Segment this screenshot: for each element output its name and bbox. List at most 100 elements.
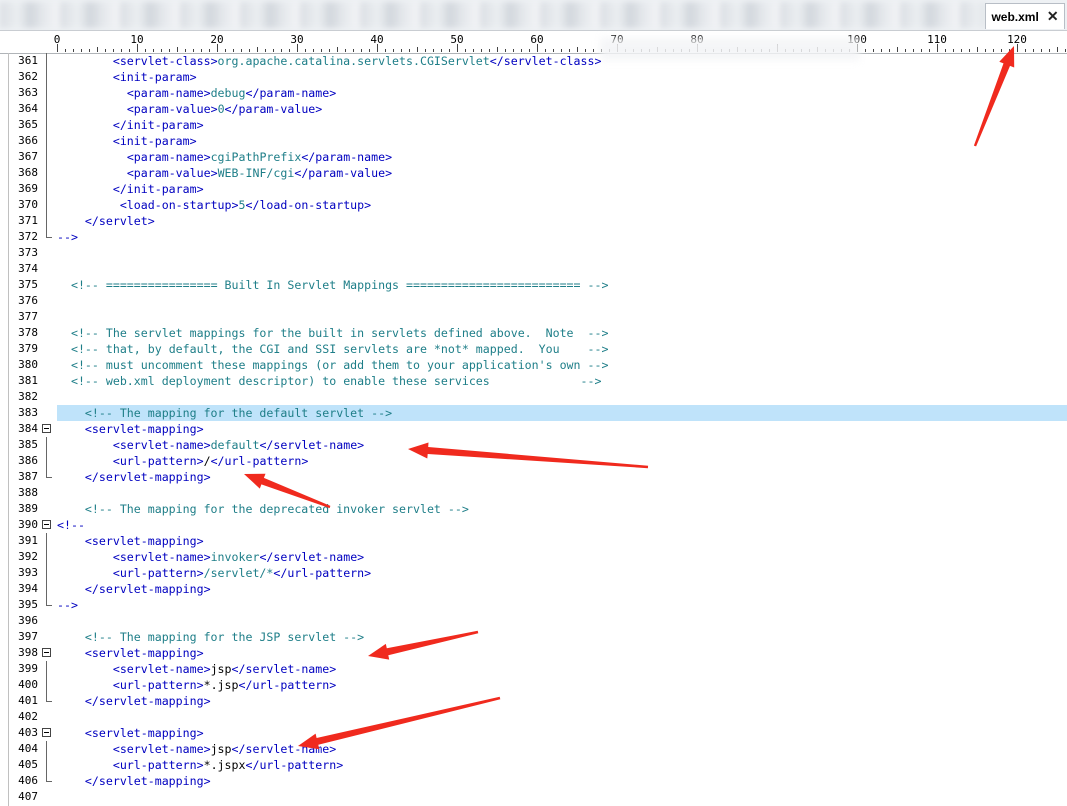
code-text: <param-name>cgiPathPrefix</param-name> (57, 149, 1067, 165)
code-line[interactable]: 400 <url-pattern>*.jsp</url-pattern> (0, 677, 1067, 693)
code-text: </servlet-mapping> (57, 581, 1067, 597)
xml-tag: </load-on-startup> (245, 198, 372, 212)
code-line[interactable]: 390 <!-- (0, 517, 1067, 533)
xml-text (57, 102, 127, 116)
code-text: <init-param> (57, 133, 1067, 149)
xml-tag: </init-param> (112, 118, 204, 132)
xml-text (57, 774, 85, 788)
code-line[interactable]: 403 <servlet-mapping> (0, 725, 1067, 741)
code-line[interactable]: 379 <!-- that, by default, the CGI and S… (0, 341, 1067, 357)
code-line[interactable]: 377 (0, 309, 1067, 325)
code-text: <!-- The mapping for the JSP servlet --> (57, 629, 1067, 645)
xml-text (57, 678, 113, 692)
code-line[interactable]: 373 (0, 245, 1067, 261)
code-line[interactable]: 397 <!-- The mapping for the JSP servlet… (0, 629, 1067, 645)
code-line[interactable]: 394 </servlet-mapping> (0, 581, 1067, 597)
code-line[interactable]: 385 <servlet-name>default</servlet-name> (0, 437, 1067, 453)
ruler-label: 120 (1007, 33, 1027, 46)
code-line[interactable]: 363 <param-name>debug</param-name> (0, 85, 1067, 101)
code-line[interactable]: 375 <!-- ================ Built In Servl… (0, 277, 1067, 293)
code-line[interactable]: 405 <url-pattern>*.jspx</url-pattern> (0, 757, 1067, 773)
xml-tag: <!-- (57, 518, 85, 532)
code-line[interactable]: 381 <!-- web.xml deployment descriptor) … (0, 373, 1067, 389)
xml-comment: 0 (217, 102, 225, 116)
code-line[interactable]: 407 (0, 789, 1067, 805)
code-line[interactable]: 371 </servlet> (0, 213, 1067, 229)
code-line[interactable]: 362 <init-param> (0, 69, 1067, 85)
xml-text (57, 134, 113, 148)
code-line[interactable]: 382 (0, 389, 1067, 405)
code-line[interactable]: 398 <servlet-mapping> (0, 645, 1067, 661)
code-line[interactable]: 361 <servlet-class>org.apache.catalina.s… (0, 53, 1067, 69)
close-icon[interactable]: ✕ (1047, 8, 1059, 25)
code-line[interactable]: 378 <!-- The servlet mappings for the bu… (0, 325, 1067, 341)
xml-tag: --> (57, 598, 78, 612)
code-line[interactable]: 393 <url-pattern>/servlet/*</url-pattern… (0, 565, 1067, 581)
code-text: <servlet-mapping> (57, 645, 1067, 661)
code-line[interactable]: 369 </init-param> (0, 181, 1067, 197)
fold-collapse-icon[interactable] (42, 648, 51, 657)
code-line[interactable]: 401 </servlet-mapping> (0, 693, 1067, 709)
xml-text (57, 646, 85, 660)
xml-text (57, 342, 71, 356)
fold-collapse-icon[interactable] (42, 728, 51, 737)
code-line[interactable]: 395 --> (0, 597, 1067, 613)
code-line[interactable]: 364 <param-value>0</param-value> (0, 101, 1067, 117)
xml-text (57, 438, 113, 452)
code-line[interactable]: 389 <!-- The mapping for the deprecated … (0, 501, 1067, 517)
code-editor[interactable]: 361 <servlet-class>org.apache.catalina.s… (0, 53, 1067, 806)
code-text: <!-- that, by default, the CGI and SSI s… (57, 341, 1067, 357)
code-line[interactable]: 376 (0, 293, 1067, 309)
code-text: --> (57, 229, 1067, 245)
xml-tag: <servlet-name> (112, 550, 211, 564)
xml-text (57, 742, 113, 756)
code-line[interactable]: 402 (0, 709, 1067, 725)
code-line[interactable]: 399 <servlet-name>jsp</servlet-name> (0, 661, 1067, 677)
xml-text (57, 198, 120, 212)
line-number: 391 (18, 534, 38, 547)
code-text: </servlet-mapping> (57, 693, 1067, 709)
fold-guide (46, 469, 52, 478)
code-line[interactable]: 388 (0, 485, 1067, 501)
code-line[interactable]: 392 <servlet-name>invoker</servlet-name> (0, 549, 1067, 565)
xml-tag: <init-param> (112, 134, 197, 148)
fold-collapse-icon[interactable] (42, 424, 51, 433)
code-text: --> (57, 597, 1067, 613)
fold-guide (46, 549, 47, 565)
xml-tag: </url-pattern> (238, 678, 337, 692)
code-line[interactable]: 372 --> (0, 229, 1067, 245)
code-line[interactable]: 366 <init-param> (0, 133, 1067, 149)
code-text: <load-on-startup>5</load-on-startup> (57, 197, 1067, 213)
xml-tag: <servlet-mapping> (84, 534, 204, 548)
line-number: 390 (18, 518, 38, 531)
fold-guide (46, 213, 47, 229)
xml-tag: <param-value> (126, 102, 218, 116)
code-line[interactable]: 406 </servlet-mapping> (0, 773, 1067, 789)
code-line[interactable]: 387 </servlet-mapping> (0, 469, 1067, 485)
code-line[interactable]: 374 (0, 261, 1067, 277)
xml-text (57, 54, 113, 68)
fold-collapse-icon[interactable] (42, 520, 51, 529)
line-number: 378 (18, 326, 38, 339)
code-line[interactable]: 368 <param-value>WEB-INF/cgi</param-valu… (0, 165, 1067, 181)
code-line[interactable]: 391 <servlet-mapping> (0, 533, 1067, 549)
code-line[interactable]: 386 <url-pattern>/</url-pattern> (0, 453, 1067, 469)
xml-comment: <!-- The mapping for the deprecated invo… (84, 502, 469, 516)
xml-tag: <servlet-name> (112, 438, 211, 452)
code-line[interactable]: 384 <servlet-mapping> (0, 421, 1067, 437)
code-text: <!-- ================ Built In Servlet M… (57, 277, 1067, 293)
code-line[interactable]: 365 </init-param> (0, 117, 1067, 133)
code-text: <!-- (57, 517, 1067, 533)
xml-text (57, 86, 127, 100)
code-line[interactable]: 396 (0, 613, 1067, 629)
fold-guide (46, 453, 47, 469)
code-line[interactable]: 370 <load-on-startup>5</load-on-startup> (0, 197, 1067, 213)
code-line[interactable]: 367 <param-name>cgiPathPrefix</param-nam… (0, 149, 1067, 165)
xml-tag: <param-value> (126, 166, 218, 180)
code-line[interactable]: 383 <!-- The mapping for the default ser… (0, 405, 1067, 421)
tab-web-xml[interactable]: web.xml ✕ (985, 3, 1065, 29)
code-line[interactable]: 404 <servlet-name>jsp</servlet-name> (0, 741, 1067, 757)
code-line[interactable]: 380 <!-- must uncomment these mappings (… (0, 357, 1067, 373)
